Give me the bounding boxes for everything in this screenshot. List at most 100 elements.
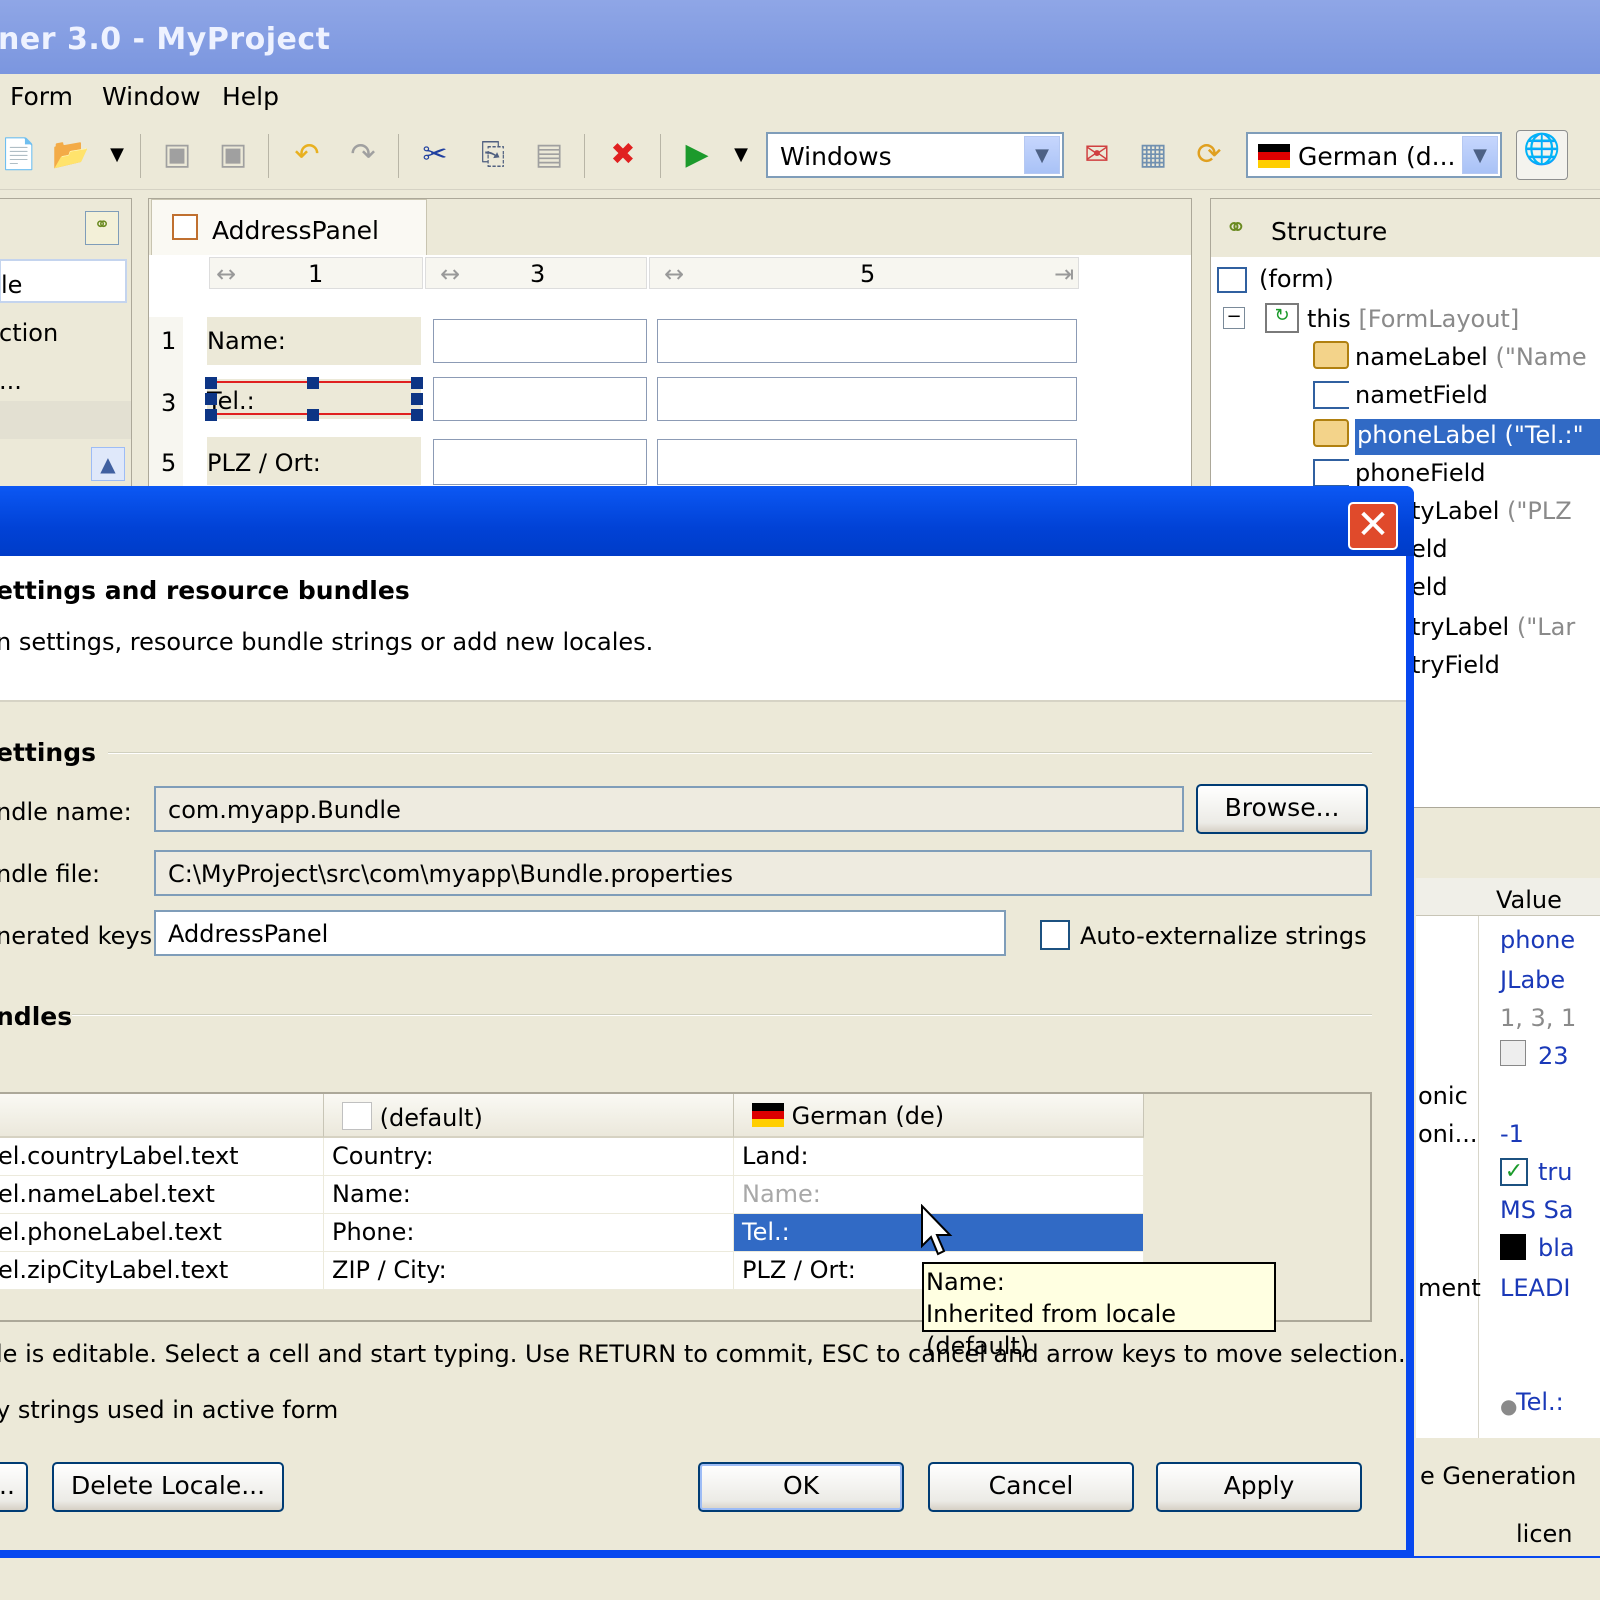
menu-help[interactable]: Help [222,82,279,111]
phone-field-cell[interactable] [657,377,1077,421]
redo-icon[interactable]: ↷ [344,136,382,174]
tree-node[interactable]: tyLabel ("PLZ [1411,497,1572,525]
open-folder-icon[interactable]: 📂 [52,136,90,174]
tree-node[interactable]: tryLabel ("Lar [1411,613,1575,641]
add-locale-button[interactable]: .. [0,1462,28,1512]
tree-node-phonelabel-selected[interactable]: phoneLabel ("Tel.:" [1355,419,1600,455]
resize-handle[interactable] [411,409,423,421]
menu-window[interactable]: Window [102,82,201,111]
close-icon[interactable]: ✕ [1348,502,1398,550]
tab-addresspanel[interactable]: AddressPanel [151,199,427,255]
menu-form[interactable]: Form [10,82,73,111]
property-value[interactable]: Tel.: [1516,1388,1564,1416]
undo-icon[interactable]: ↶ [288,136,326,174]
tel-label[interactable]: Tel.: [205,377,423,421]
generated-keys-field[interactable]: AddressPanel [154,910,1006,956]
column-header[interactable]: ↔ 1 [209,257,423,289]
property-value[interactable]: phone [1500,926,1575,954]
table-header-default[interactable]: (default) [324,1094,734,1138]
table-cell-key[interactable]: el.nameLabel.text [0,1176,324,1214]
phone-field-cell[interactable] [433,377,647,421]
property-value[interactable]: MS Sa [1500,1196,1574,1224]
run-dropdown-icon[interactable]: ▼ [722,136,760,174]
name-field-cell[interactable] [657,319,1077,363]
tree-node-namelabel[interactable]: nameLabel ("Name [1355,343,1587,371]
table-cell-key[interactable]: el.phoneLabel.text [0,1214,324,1252]
table-cell-default[interactable]: ZIP / City: [324,1252,734,1290]
resize-handle[interactable] [411,377,423,389]
tree-node-this[interactable]: this [FormLayout] [1307,305,1519,333]
table-cell-key[interactable]: el.countryLabel.text [0,1138,324,1176]
mail-icon[interactable]: ✉ [1078,136,1116,174]
delete-locale-button[interactable]: Delete Locale... [52,1462,284,1512]
table-cell-default[interactable]: Country: [324,1138,734,1176]
auto-externalize-checkbox[interactable] [1040,920,1070,950]
auto-externalize-label[interactable]: Auto-externalize strings [1080,922,1367,950]
save-all-icon[interactable]: ▣ [214,136,252,174]
tree-node-form[interactable]: (form) [1259,265,1334,293]
delete-icon[interactable]: ✖ [604,136,642,174]
property-value[interactable]: tru [1538,1158,1573,1186]
property-value[interactable]: -1 [1500,1120,1524,1148]
design-canvas[interactable]: ↔ 1 ↔ 3 ↔ 5 ⇥ 1 3 5 Name: Tel.: PLZ / Or… [149,255,1191,487]
row-header[interactable]: 1 [161,327,176,355]
paste-icon[interactable]: ▤ [530,136,568,174]
property-value[interactable]: 23 [1538,1042,1569,1070]
copy-icon[interactable]: ⎘ [474,136,512,174]
save-icon[interactable]: ▣ [158,136,196,174]
code-generation-tab[interactable]: e Generation [1420,1462,1576,1490]
property-value[interactable]: LEADI [1500,1274,1571,1302]
table-cell-german[interactable]: Land: [734,1138,1144,1176]
palette-icon[interactable]: ⚭ [85,211,119,245]
plz-label[interactable]: PLZ / Ort: [207,437,421,485]
table-header-key[interactable] [0,1094,324,1138]
row-header[interactable]: 5 [161,449,176,477]
table-header-german[interactable]: German (de) [734,1094,1144,1138]
browse-button[interactable]: Browse... [1196,784,1368,834]
globe-icon[interactable]: 🌐 [1516,130,1568,180]
table-cell-default[interactable]: Name: [324,1176,734,1214]
name-field-cell[interactable] [433,319,647,363]
resize-handle[interactable] [307,409,319,421]
new-file-icon[interactable]: 📄 [0,136,38,174]
left-panel-item[interactable]: ... [0,367,22,395]
property-value[interactable]: 1, 3, 1 [1500,1004,1576,1032]
table-icon[interactable]: ▦ [1134,136,1172,174]
locale-combo[interactable]: German (d... ▼ [1246,132,1502,178]
tree-node[interactable]: eld [1411,535,1448,563]
cancel-button[interactable]: Cancel [928,1462,1134,1512]
resize-handle[interactable] [205,377,217,389]
table-cell-default[interactable]: Phone: [324,1214,734,1252]
look-and-feel-combo[interactable]: Windows ▼ [766,132,1064,178]
bundle-file-field[interactable]: C:\MyProject\src\com\myapp\Bundle.proper… [154,850,1372,896]
tree-node-phonefield[interactable]: phoneField [1355,459,1486,487]
resize-handle[interactable] [411,393,423,405]
cut-icon[interactable]: ✂ [416,136,454,174]
ok-button[interactable]: OK [698,1462,904,1512]
zip-field-cell[interactable] [433,439,647,485]
tree-node[interactable]: tryField [1411,651,1500,679]
apply-button[interactable]: Apply [1156,1462,1362,1512]
property-value[interactable]: bla [1538,1234,1575,1262]
tree-node-nametfield[interactable]: nametField [1355,381,1488,409]
name-label[interactable]: Name: [207,317,421,365]
left-panel-item-selected[interactable]: le [0,259,127,303]
scroll-up-icon[interactable]: ▲ [91,447,125,481]
row-header[interactable]: 3 [161,389,176,417]
refresh-icon[interactable]: ⟳ [1190,136,1228,174]
run-icon[interactable]: ▶ [678,136,716,174]
table-cell-key[interactable]: el.zipCityLabel.text [0,1252,324,1290]
only-used-strings-option[interactable]: y strings used in active form [0,1396,338,1424]
tree-node[interactable]: eld [1411,573,1448,601]
column-header[interactable]: ↔ 5 ⇥ [649,257,1079,289]
bundle-name-field[interactable]: com.myapp.Bundle [154,786,1184,832]
checkbox-checked[interactable]: ✓ [1500,1158,1528,1186]
left-panel-item[interactable]: ction [0,319,58,347]
resize-handle[interactable] [205,393,217,405]
city-field-cell[interactable] [657,439,1077,485]
property-value[interactable]: JLabe [1500,966,1565,994]
resize-handle[interactable] [205,409,217,421]
column-header[interactable]: ↔ 3 [425,257,647,289]
collapse-icon[interactable]: − [1223,307,1245,329]
resize-handle[interactable] [307,377,319,389]
